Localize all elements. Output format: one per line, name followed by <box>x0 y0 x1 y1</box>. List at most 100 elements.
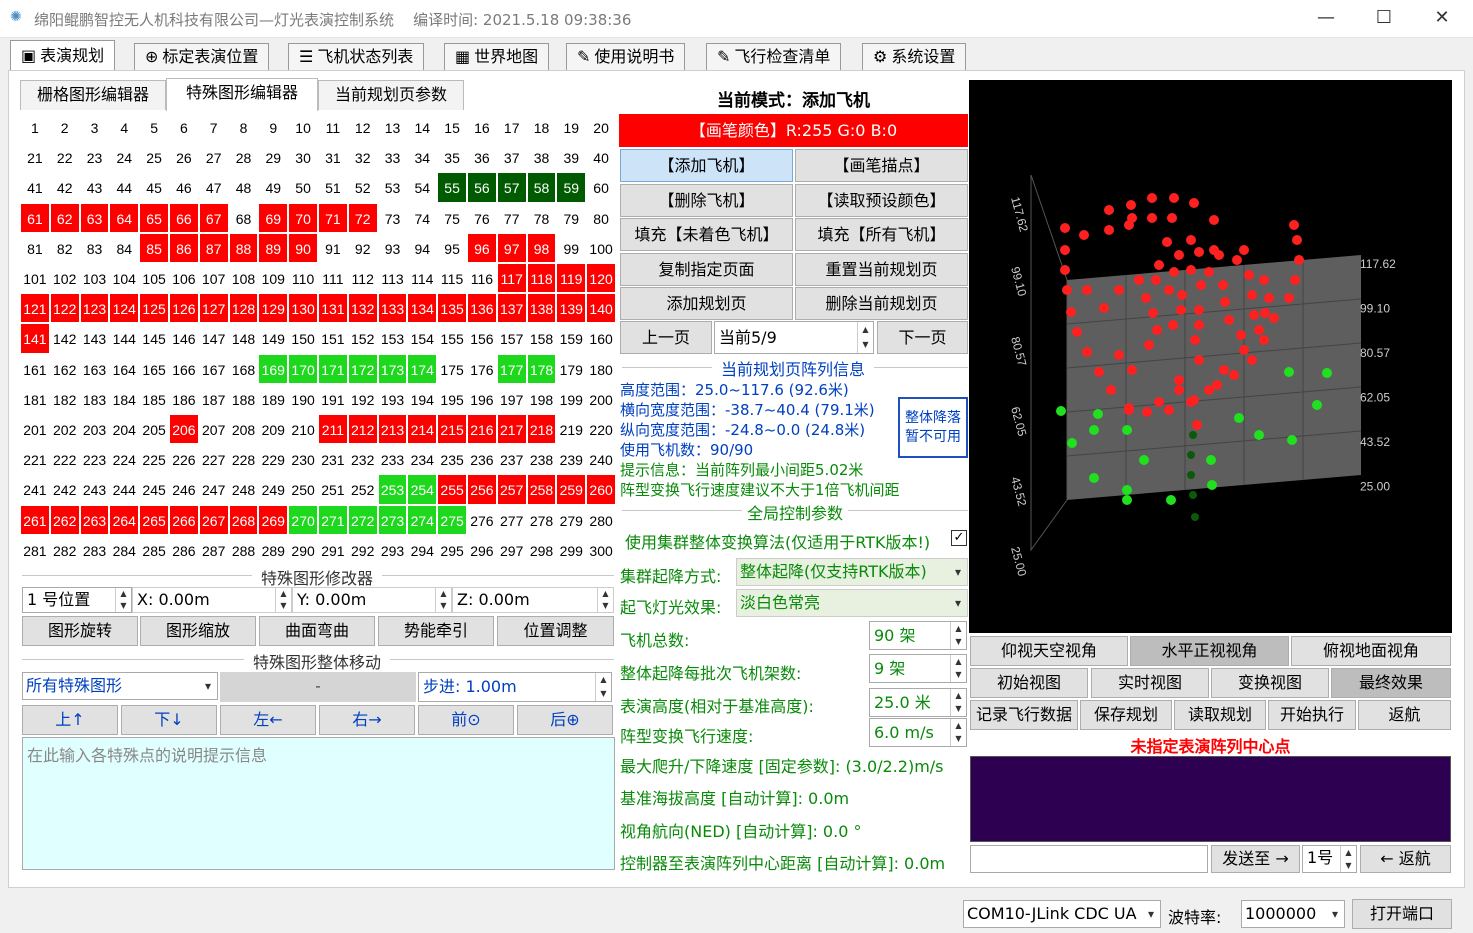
grid-cell[interactable]: 290 <box>288 535 318 565</box>
grid-cell[interactable]: 10 <box>288 112 318 142</box>
grid-cell[interactable]: 85 <box>139 232 169 263</box>
grid-cell[interactable]: 175 <box>437 354 467 384</box>
tab-calibrate-position[interactable]: ⊕ 标定表演位置 <box>134 43 270 70</box>
grid-cell[interactable]: 103 <box>80 263 110 293</box>
grid-cell[interactable]: 13 <box>378 112 408 142</box>
grid-cell[interactable]: 165 <box>139 354 169 384</box>
grid-cell[interactable]: 94 <box>407 233 437 263</box>
grid-cell[interactable]: 45 <box>139 172 169 202</box>
view-sky-button[interactable]: 仰视天空视角 <box>970 636 1128 666</box>
realtime-view-button[interactable]: 实时视图 <box>1091 668 1209 698</box>
grid-cell[interactable]: 160 <box>586 323 616 353</box>
grid-cell[interactable]: 200 <box>586 384 616 414</box>
grid-cell[interactable]: 55 <box>437 172 467 203</box>
grid-cell[interactable]: 117 <box>496 263 527 294</box>
grid-cell[interactable]: 299 <box>556 535 586 565</box>
grid-cell[interactable]: 99 <box>556 233 586 263</box>
grid-cell[interactable]: 220 <box>586 414 616 444</box>
grid-cell[interactable]: 205 <box>139 414 169 444</box>
tab-manual[interactable]: ✎ 使用说明书 <box>566 43 686 70</box>
grid-cell[interactable]: 169 <box>258 353 289 384</box>
grid-cell[interactable]: 79 <box>556 203 586 233</box>
grid-cell[interactable]: 262 <box>49 504 80 535</box>
grid-cell[interactable]: 56 <box>467 172 497 203</box>
grid-cell[interactable]: 102 <box>50 263 80 293</box>
grid-cell[interactable]: 14 <box>407 112 437 142</box>
x-input[interactable]: X: 0.00m ▲ ▼ <box>132 587 292 613</box>
grid-cell[interactable]: 69 <box>258 202 289 233</box>
grid-cell[interactable]: 76 <box>467 203 497 233</box>
grid-cell[interactable]: 255 <box>437 474 467 505</box>
grid-cell[interactable]: 265 <box>139 504 169 535</box>
grid-cell[interactable]: 246 <box>169 474 199 504</box>
grid-cell[interactable]: 234 <box>407 444 437 474</box>
grid-cell[interactable]: 271 <box>318 504 348 535</box>
grid-cell[interactable]: 113 <box>378 263 408 293</box>
rotate-shape-button[interactable]: 图形旋转 <box>22 616 138 646</box>
grid-cell[interactable]: 228 <box>229 444 259 474</box>
grid-cell[interactable]: 63 <box>79 202 110 233</box>
grid-cell[interactable]: 122 <box>49 293 80 324</box>
grid-cell[interactable]: 261 <box>20 504 50 535</box>
grid-cell[interactable]: 62 <box>49 202 80 233</box>
grid-cell[interactable]: 151 <box>318 323 348 353</box>
speed-input[interactable]: 6.0 m/s ▲ ▼ <box>869 718 967 747</box>
grid-cell[interactable]: 208 <box>229 414 259 444</box>
grid-cell[interactable]: 47 <box>199 172 229 202</box>
grid-cell[interactable]: 8 <box>229 112 259 142</box>
grid-cell[interactable]: 235 <box>437 444 467 474</box>
grid-cell[interactable]: 12 <box>348 112 378 142</box>
grid-cell[interactable]: 223 <box>80 444 110 474</box>
delete-aircraft-button[interactable]: 【删除飞机】 <box>620 184 793 217</box>
tab-checklist[interactable]: ✎ 飞行检查清单 <box>706 43 842 70</box>
fill-uncolored-button[interactable]: 填充【未着色飞机】 <box>620 218 793 251</box>
grid-cell[interactable]: 243 <box>80 474 110 504</box>
grid-cell[interactable]: 211 <box>318 414 348 445</box>
lift-mode-dropdown[interactable]: 整体起降(仅支持RTK版本) <box>736 558 968 586</box>
open-port-button[interactable]: 打开端口 <box>1352 899 1452 929</box>
grid-cell[interactable]: 256 <box>467 474 497 505</box>
return-target-button[interactable]: ← 返航 <box>1360 845 1451 873</box>
grid-cell[interactable]: 191 <box>318 384 348 414</box>
grid-cell[interactable]: 192 <box>348 384 378 414</box>
read-preset-color-button[interactable]: 【读取预设颜色】 <box>795 184 968 217</box>
send-to-button[interactable]: 发送至 → <box>1211 845 1300 873</box>
grid-cell[interactable]: 224 <box>109 444 139 474</box>
grid-cell[interactable]: 172 <box>347 353 378 384</box>
grid-cell[interactable]: 25 <box>139 142 169 172</box>
grid-cell[interactable]: 7 <box>199 112 229 142</box>
grid-cell[interactable]: 110 <box>288 263 318 293</box>
grid-cell[interactable]: 6 <box>169 112 199 142</box>
grid-cell[interactable]: 282 <box>50 535 80 565</box>
grid-cell[interactable]: 118 <box>526 263 557 294</box>
grid-cell[interactable]: 201 <box>20 414 50 444</box>
grid-cell[interactable]: 131 <box>318 293 348 324</box>
grid-cell[interactable]: 269 <box>258 504 289 535</box>
grid-cell[interactable]: 209 <box>258 414 288 444</box>
spinner-icon[interactable]: ▲ ▼ <box>275 588 291 612</box>
grid-cell[interactable]: 44 <box>109 172 139 202</box>
spinner-icon[interactable]: ▲ ▼ <box>1340 846 1356 872</box>
grid-cell[interactable]: 217 <box>496 414 527 445</box>
grid-cell[interactable]: 267 <box>198 504 229 535</box>
grid-cell[interactable]: 215 <box>437 414 467 445</box>
grid-cell[interactable]: 150 <box>288 323 318 353</box>
record-flight-button[interactable]: 记录飞行数据 <box>970 700 1078 730</box>
grid-cell[interactable]: 120 <box>586 263 616 294</box>
grid-cell[interactable]: 166 <box>169 354 199 384</box>
grid-cell[interactable]: 198 <box>527 384 557 414</box>
grid-cell[interactable]: 266 <box>169 504 199 535</box>
grid-cell[interactable]: 22 <box>50 142 80 172</box>
grid-cell[interactable]: 15 <box>437 112 467 142</box>
grid-cell[interactable]: 17 <box>497 112 527 142</box>
grid-cell[interactable]: 80 <box>586 203 616 233</box>
step-input[interactable]: 步进: 1.00m ▲ ▼ <box>418 672 612 702</box>
tab-settings[interactable]: ⚙ 系统设置 <box>862 43 967 70</box>
shape-target-dropdown[interactable]: 所有特殊图形 <box>22 672 218 700</box>
grid-cell[interactable]: 222 <box>50 444 80 474</box>
transform-view-button[interactable]: 变换视图 <box>1211 668 1329 698</box>
grid-cell[interactable]: 179 <box>556 354 586 384</box>
grid-cell[interactable]: 286 <box>169 535 199 565</box>
grid-cell[interactable]: 288 <box>229 535 259 565</box>
next-page-button[interactable]: 下一页 <box>877 321 968 354</box>
